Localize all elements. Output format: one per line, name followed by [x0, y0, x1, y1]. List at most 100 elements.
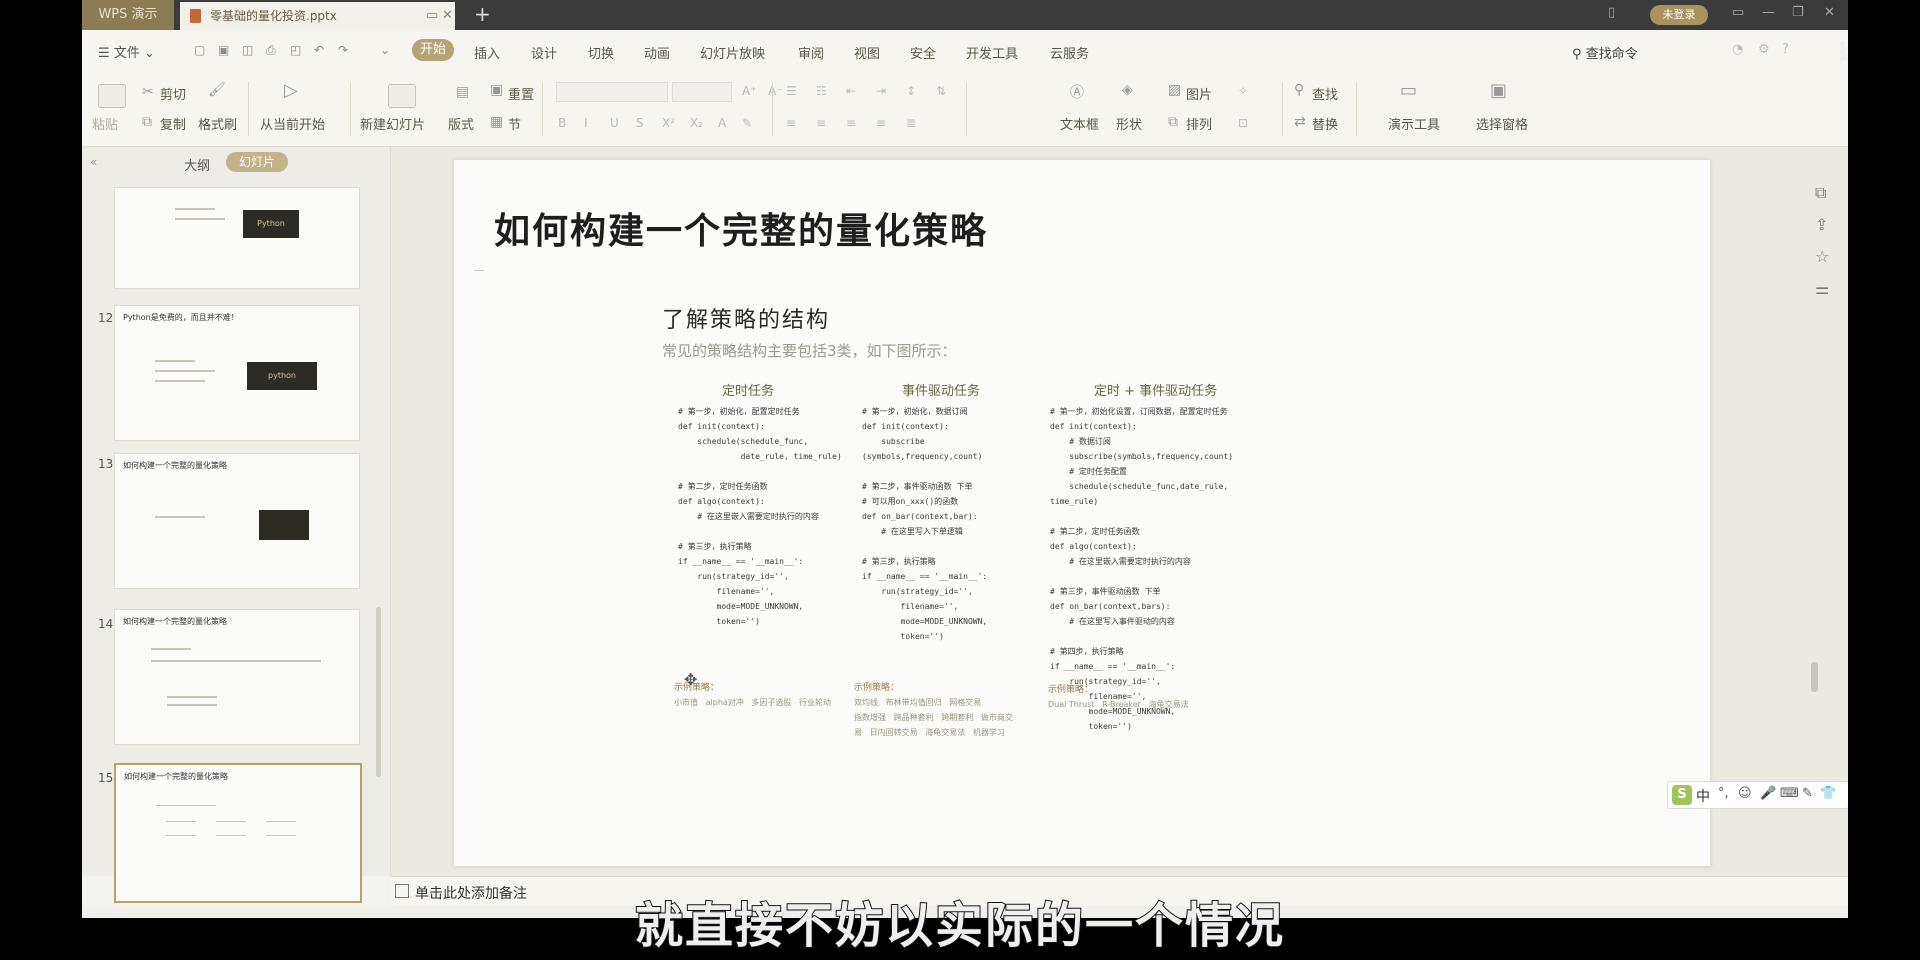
- new-slide-button[interactable]: 新建幻灯片: [360, 114, 425, 133]
- presentation-tools-button[interactable]: 演示工具: [1388, 114, 1440, 133]
- skin-icon[interactable]: 👕: [1820, 786, 1836, 801]
- cut-button[interactable]: 剪切: [160, 84, 186, 103]
- bold-icon[interactable]: B: [558, 116, 566, 130]
- copy-button[interactable]: 复制: [160, 114, 186, 133]
- slide-title[interactable]: 如何构建一个完整的量化策略: [494, 202, 988, 254]
- minimize-icon[interactable]: —: [1762, 5, 1775, 20]
- slide-thumbnail-15[interactable]: 如何构建一个完整的量化策略: [114, 763, 362, 903]
- restore-icon[interactable]: ❐: [1792, 5, 1804, 20]
- strikethrough-icon[interactable]: S: [636, 116, 644, 130]
- adjust-icon[interactable]: ⚌: [1815, 279, 1829, 298]
- emoji-icon[interactable]: ☺: [1738, 786, 1752, 801]
- slide-thumbnail-14[interactable]: 如何构建一个完整的量化策略: [114, 609, 360, 745]
- paste-icon[interactable]: [98, 84, 126, 108]
- bullets-icon[interactable]: ☰: [786, 84, 797, 98]
- open-icon[interactable]: ▢: [194, 43, 205, 57]
- distribute-icon[interactable]: ≣: [906, 116, 916, 130]
- keyboard-icon[interactable]: ⌨: [1780, 786, 1799, 801]
- help-icon[interactable]: ?: [1782, 42, 1789, 57]
- share-icon[interactable]: ⇪: [1815, 215, 1828, 234]
- close-tab-icon[interactable]: ✕: [442, 2, 453, 30]
- decrease-indent-icon[interactable]: ⇤: [846, 84, 856, 98]
- search-command[interactable]: ⚲ 查找命令: [1572, 43, 1638, 62]
- format-painter-button[interactable]: 格式刷: [198, 114, 237, 133]
- line-spacing-icon[interactable]: ↕: [906, 84, 916, 98]
- clear-format-icon[interactable]: ✎: [742, 116, 752, 130]
- increase-indent-icon[interactable]: ⇥: [876, 84, 886, 98]
- monitor-icon[interactable]: ▭: [426, 2, 438, 30]
- grow-font-icon[interactable]: A⁺: [742, 84, 757, 98]
- justify-icon[interactable]: ≡: [876, 116, 886, 130]
- font-size-select[interactable]: [672, 82, 732, 102]
- numbering-icon[interactable]: ☷: [816, 84, 827, 98]
- menu-tab-developer[interactable]: 开发工具: [966, 43, 1018, 62]
- menu-tab-slideshow[interactable]: 幻灯片放映: [700, 43, 765, 62]
- slide-thumbnail-11[interactable]: Python: [114, 187, 360, 289]
- play-from-current-button[interactable]: 从当前开始: [260, 114, 325, 133]
- layout-button[interactable]: 版式: [448, 114, 474, 133]
- picture-button[interactable]: 图片: [1186, 84, 1212, 103]
- replace-button[interactable]: 替换: [1312, 114, 1338, 133]
- close-window-icon[interactable]: ✕: [1824, 5, 1835, 20]
- slide-canvas[interactable]: 如何构建一个完整的量化策略 了解策略的结构 常见的策略结构主要包括3类，如下图所…: [453, 159, 1711, 867]
- find-button[interactable]: 查找: [1312, 84, 1338, 103]
- print-preview-icon[interactable]: ◰: [290, 43, 301, 57]
- tools-icon[interactable]: ✎: [1802, 786, 1813, 801]
- shrink-font-icon[interactable]: A⁻: [768, 84, 783, 98]
- selection-pane-button[interactable]: 选择窗格: [1476, 114, 1528, 133]
- menu-tab-view[interactable]: 视图: [854, 43, 880, 62]
- menu-tab-cloud[interactable]: 云服务: [1050, 43, 1089, 62]
- text-direction-icon[interactable]: ⇅: [936, 84, 946, 98]
- app-tab[interactable]: WPS 演示: [82, 0, 174, 30]
- punctuation-icon[interactable]: °,: [1718, 786, 1729, 801]
- file-menu[interactable]: ☰ 文件 ⌄: [98, 42, 155, 61]
- reset-button[interactable]: 重置: [508, 84, 534, 103]
- window-icon[interactable]: ▯: [1608, 5, 1615, 20]
- tab-outline[interactable]: 大纲: [184, 155, 210, 174]
- superscript-icon[interactable]: X²: [662, 116, 675, 130]
- customize-icon[interactable]: ⌄: [380, 43, 390, 57]
- section-button[interactable]: 节: [508, 114, 521, 133]
- underline-icon[interactable]: U: [610, 116, 619, 130]
- undo-icon[interactable]: ↶: [314, 43, 324, 57]
- menu-tab-insert[interactable]: 插入: [474, 43, 500, 62]
- menu-tab-transition[interactable]: 切换: [588, 43, 614, 62]
- ime-mode[interactable]: 中: [1696, 786, 1710, 806]
- document-tab[interactable]: 零基础的量化投资.pptx ▭ ✕: [180, 2, 455, 30]
- slide-thumbnail-13[interactable]: 如何构建一个完整的量化策略: [114, 453, 360, 589]
- microphone-icon[interactable]: 🎤: [1760, 786, 1776, 801]
- skin-icon[interactable]: ▭: [1732, 5, 1744, 20]
- collapse-panel-icon[interactable]: «: [90, 155, 97, 169]
- export-pdf-icon[interactable]: ◫: [242, 43, 253, 57]
- text-box-button[interactable]: 文本框: [1060, 114, 1099, 133]
- save-icon[interactable]: ▣: [218, 43, 229, 57]
- shape-button[interactable]: 形状: [1116, 114, 1142, 133]
- section-title[interactable]: 了解策略的结构: [662, 302, 830, 334]
- font-color-icon[interactable]: A: [718, 116, 726, 130]
- font-name-select[interactable]: [556, 82, 668, 102]
- italic-icon[interactable]: I: [584, 116, 588, 130]
- section-subtitle[interactable]: 常见的策略结构主要包括3类，如下图所示：: [662, 340, 957, 361]
- align-right-icon[interactable]: ≡: [846, 116, 856, 130]
- subscript-icon[interactable]: X₂: [690, 116, 703, 130]
- align-center-icon[interactable]: ≡: [816, 116, 826, 130]
- align-icon[interactable]: ⊡: [1238, 116, 1248, 130]
- align-left-icon[interactable]: ≡: [786, 116, 796, 130]
- format-icon[interactable]: ✧: [1238, 84, 1248, 98]
- object-properties-icon[interactable]: ⧉: [1815, 183, 1826, 203]
- tab-slides[interactable]: 幻灯片: [226, 152, 288, 172]
- menu-tab-review[interactable]: 审阅: [798, 43, 824, 62]
- menu-tab-security[interactable]: 安全: [910, 43, 936, 62]
- login-button[interactable]: 未登录: [1650, 5, 1708, 25]
- panel-scrollbar[interactable]: [376, 607, 381, 777]
- redo-icon[interactable]: ↷: [338, 43, 348, 57]
- print-icon[interactable]: ⎙: [266, 43, 276, 58]
- sync-icon[interactable]: ◔: [1732, 42, 1743, 57]
- slide-thumbnail-12[interactable]: Python是免费的，而且并不难！ python: [114, 305, 360, 441]
- menu-tab-design[interactable]: 设计: [531, 43, 557, 62]
- menu-tab-animation[interactable]: 动画: [644, 43, 670, 62]
- sogou-logo-icon[interactable]: S: [1672, 785, 1692, 805]
- vertical-scrollbar[interactable]: [1811, 662, 1818, 692]
- new-tab-button[interactable]: +: [474, 0, 491, 28]
- arrange-button[interactable]: 排列: [1186, 114, 1212, 133]
